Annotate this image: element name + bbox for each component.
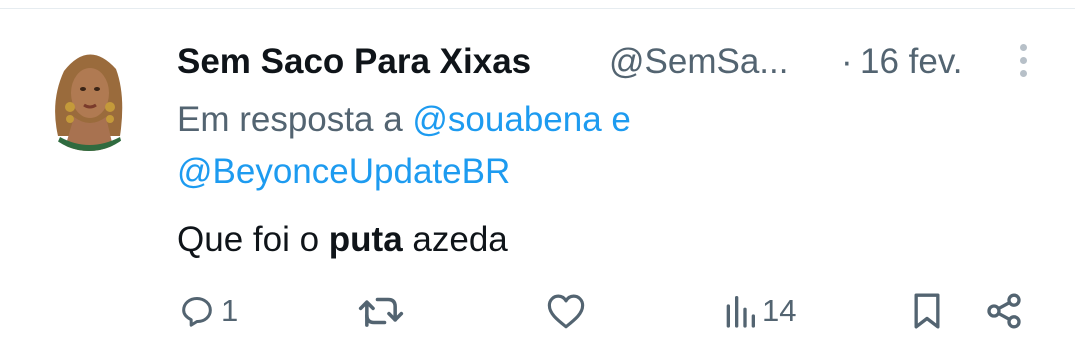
user-handle[interactable]: @SemSa... [609, 40, 788, 84]
views-count: 14 [762, 293, 797, 328]
reply-mention-beyonceupdatebr[interactable]: @BeyonceUpdateBR [177, 150, 510, 194]
share-icon [987, 293, 1021, 329]
reply-prefix: Em resposta a [177, 100, 403, 139]
tweet-header: Sem Saco Para Xixas @SemSa... · 16 fev. [177, 40, 1017, 84]
share-button[interactable] [984, 291, 1024, 331]
reply-button[interactable]: 1 [177, 291, 238, 331]
retweet-icon [358, 297, 404, 327]
display-name[interactable]: Sem Saco Para Xixas [177, 40, 531, 84]
retweet-button[interactable] [358, 291, 404, 331]
more-vertical-icon [1010, 44, 1036, 77]
views-button[interactable]: 14 [722, 291, 796, 331]
separator-dot: · [841, 42, 853, 81]
reply-context: Em resposta a @souabena e [177, 98, 631, 142]
tweet-text-start: Que foi o [177, 220, 320, 259]
bookmark-button[interactable] [909, 291, 945, 331]
tweet-date[interactable]: 16 fev. [860, 40, 962, 84]
like-button[interactable] [545, 291, 587, 331]
views-icon [726, 296, 755, 328]
reply-conjunction: e [611, 100, 631, 139]
more-options-button[interactable] [1010, 44, 1036, 84]
reply-mention-souabena[interactable]: @souabena [412, 100, 601, 139]
heart-icon [547, 294, 585, 329]
avatar-image [34, 41, 144, 151]
tweet-text: Que foi o puta azeda [177, 218, 508, 262]
tweet-text-bold: puta [328, 220, 403, 259]
tweet-text-end: azeda [412, 220, 508, 259]
avatar[interactable] [34, 41, 144, 151]
reply-icon [182, 297, 212, 327]
top-divider [0, 8, 1075, 9]
bookmark-icon [914, 293, 940, 329]
reply-count: 1 [221, 293, 239, 328]
